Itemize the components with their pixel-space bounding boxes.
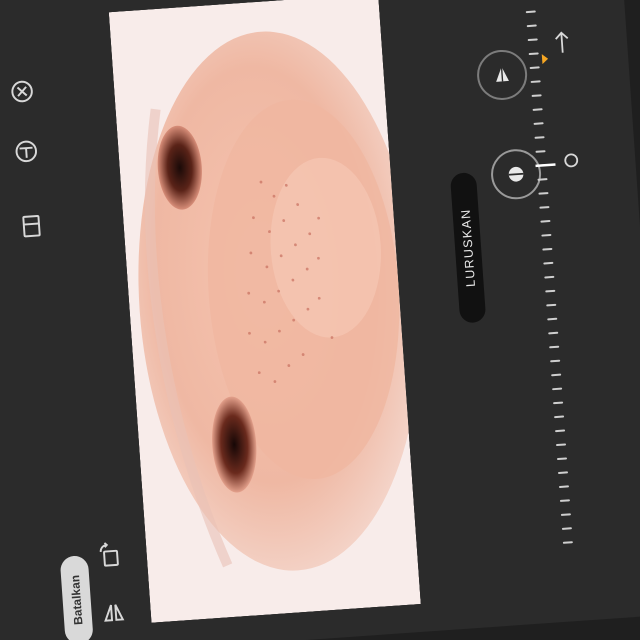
flip-icon[interactable] [100,598,128,626]
reset-rotation-icon[interactable] [553,30,571,60]
vertical-perspective-button[interactable] [475,48,529,102]
rotate-icon[interactable] [96,541,124,569]
photo-editor-screen: Batalkan LURUSKAN [0,0,640,640]
photo-preview[interactable] [108,0,421,623]
ruler-ticks [524,0,573,544]
vertical-perspective-icon [496,66,509,82]
cancel-button[interactable]: Batalkan [59,555,94,640]
aspect-ratio-icon[interactable] [18,212,46,240]
straighten-label: LURUSKAN [458,208,478,288]
rotation-ruler[interactable] [519,0,595,587]
crop-icon[interactable] [563,150,581,176]
straighten-icon [508,166,524,182]
close-circle-icon[interactable] [8,78,36,106]
cancel-label: Batalkan [67,574,86,626]
straighten-label-pill: LURUSKAN [449,172,487,324]
nose-photo [108,0,421,623]
filter-icon[interactable] [12,137,40,165]
app-viewport: Batalkan LURUSKAN [0,0,640,640]
